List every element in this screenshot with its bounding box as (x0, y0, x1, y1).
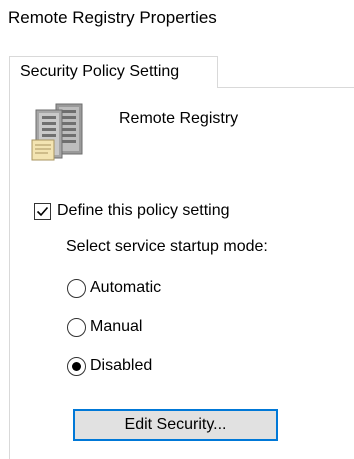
radio-manual-row[interactable]: Manual (67, 316, 142, 338)
define-policy-checkbox-row[interactable]: Define this policy setting (34, 201, 230, 221)
radio-manual[interactable] (67, 317, 86, 337)
service-name: Remote Registry (119, 110, 239, 127)
radio-automatic-label: Automatic (90, 279, 162, 296)
edit-security-button[interactable]: Edit Security... (73, 409, 278, 441)
radio-automatic[interactable] (67, 278, 86, 298)
properties-dialog: Remote Registry Properties Security Poli… (0, 0, 354, 459)
radio-disabled-label: Disabled (90, 357, 153, 374)
define-policy-label: Define this policy setting (57, 202, 230, 219)
radio-automatic-row[interactable]: Automatic (67, 277, 161, 299)
window-title: Remote Registry Properties (8, 8, 217, 27)
tab-security-policy-setting[interactable]: Security Policy Setting (9, 56, 218, 88)
checkmark-icon (36, 206, 49, 216)
radio-disabled-row[interactable]: Disabled (67, 355, 152, 377)
radio-disabled[interactable] (67, 356, 86, 376)
startup-mode-label: Select service startup mode: (66, 238, 268, 255)
server-icon (26, 100, 90, 164)
define-policy-checkbox[interactable] (34, 202, 51, 220)
radio-manual-label: Manual (90, 318, 143, 335)
